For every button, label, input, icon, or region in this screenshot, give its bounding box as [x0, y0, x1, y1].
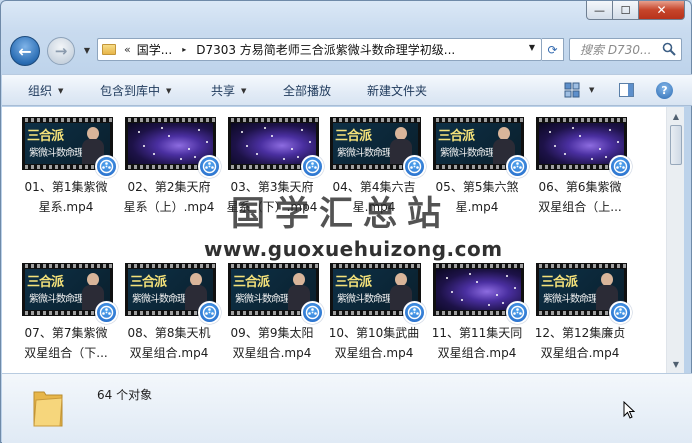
- navigation-bar: ← → ▼ « 国学... ▸ D7303 方易简老师三合派紫微斗数命理学初级.…: [1, 29, 691, 69]
- scrollbar-thumb[interactable]: [670, 125, 682, 165]
- search-box[interactable]: 搜索 D730...: [569, 38, 682, 61]
- breadcrumb-root[interactable]: 国学...: [137, 41, 172, 58]
- file-name: 11、第11集天同 双星组合.mp4: [431, 326, 523, 360]
- file-name: 09、第9集太阳 双星组合.mp4: [230, 326, 314, 360]
- back-arrow-icon: ←: [18, 41, 32, 61]
- mouse-cursor-icon: [623, 401, 635, 419]
- maximize-button[interactable]: ☐: [613, 1, 639, 20]
- help-icon[interactable]: ?: [656, 82, 673, 99]
- search-icon[interactable]: [662, 42, 676, 56]
- breadcrumb-separator-icon[interactable]: ▸: [182, 45, 186, 54]
- close-button[interactable]: ✕: [639, 1, 685, 20]
- file-name: 10、第10集武曲 双星组合.mp4: [328, 326, 420, 360]
- search-input[interactable]: 搜索 D730...: [580, 41, 658, 58]
- file-name: 12、第12集廉贞 双星组合.mp4: [534, 326, 626, 360]
- details-pane: 64 个对象: [2, 373, 692, 443]
- folder-icon: [33, 391, 63, 427]
- file-name: 07、第7集紫微 双星组合（下...: [24, 326, 108, 360]
- media-player-icon: [95, 301, 118, 324]
- chevron-down-icon: ▼: [241, 86, 247, 95]
- forward-arrow-icon: →: [54, 42, 68, 60]
- media-player-icon: [403, 155, 426, 178]
- explorer-window: — ☐ ✕ ← → ▼ « 国学... ▸ D7303 方易简老师三合派紫微斗数…: [0, 0, 692, 443]
- file-name: 02、第2集天府 星系（上）.mp4: [123, 180, 215, 214]
- media-player-icon: [198, 301, 221, 324]
- new-folder-button[interactable]: 新建文件夹: [367, 82, 427, 99]
- breadcrumb-current-folder[interactable]: D7303 方易简老师三合派紫微斗数命理学初级...: [196, 41, 516, 58]
- scroll-up-icon[interactable]: ▲: [669, 109, 683, 123]
- recent-pages-dropdown[interactable]: ▼: [81, 43, 93, 57]
- include-in-library-label: 包含到库中: [100, 84, 161, 98]
- folder-icon: [102, 44, 116, 55]
- play-all-button[interactable]: 全部播放: [283, 82, 331, 99]
- media-player-icon: [609, 301, 632, 324]
- share-menu[interactable]: 共享 ▼: [211, 82, 246, 99]
- change-view-icon[interactable]: [564, 82, 580, 98]
- file-name: 06、第6集紫微 双星组合（上...: [538, 180, 622, 214]
- back-button[interactable]: ←: [10, 36, 40, 66]
- scroll-down-icon[interactable]: ▼: [669, 357, 683, 371]
- media-player-icon: [301, 155, 324, 178]
- vertical-scrollbar[interactable]: ▲ ▼: [666, 107, 684, 373]
- share-label: 共享: [211, 84, 236, 98]
- media-player-icon: [198, 155, 221, 178]
- media-player-icon: [506, 301, 529, 324]
- refresh-button[interactable]: ⟳: [542, 38, 564, 61]
- minimize-button[interactable]: —: [586, 1, 613, 20]
- chevron-down-icon: ▼: [58, 86, 64, 95]
- include-in-library-menu[interactable]: 包含到库中 ▼: [100, 82, 171, 99]
- preview-pane-icon[interactable]: [619, 83, 634, 97]
- item-count: 64 个对象: [97, 388, 153, 402]
- organize-label: 组织: [28, 84, 53, 98]
- media-player-icon: [95, 155, 118, 178]
- refresh-icon: ⟳: [547, 42, 558, 57]
- media-player-icon: [609, 155, 632, 178]
- chevron-down-icon: ▼: [166, 86, 172, 95]
- view-options-dropdown-icon[interactable]: ▼: [589, 86, 594, 94]
- command-bar: 组织 ▼ 包含到库中 ▼ 共享 ▼ 全部播放 新建文件夹 ▼ ?: [2, 74, 692, 106]
- media-player-icon: [301, 301, 324, 324]
- organize-menu[interactable]: 组织 ▼: [28, 82, 63, 99]
- watermark-url: www.guoxuehuizong.com: [204, 237, 503, 261]
- address-bar[interactable]: « 国学... ▸ D7303 方易简老师三合派紫微斗数命理学初级... ▼: [97, 38, 542, 61]
- address-dropdown-icon[interactable]: ▼: [529, 43, 535, 52]
- file-name: 01、第1集紫微 星系.mp4: [24, 180, 108, 214]
- forward-button[interactable]: →: [47, 37, 75, 65]
- media-player-icon: [403, 301, 426, 324]
- address-overflow-chevron[interactable]: «: [124, 43, 131, 56]
- caption-buttons: — ☐ ✕: [586, 1, 685, 20]
- file-name: 08、第8集天机 双星组合.mp4: [127, 326, 211, 360]
- watermark-chinese: 国学汇总站: [231, 194, 451, 234]
- media-player-icon: [506, 155, 529, 178]
